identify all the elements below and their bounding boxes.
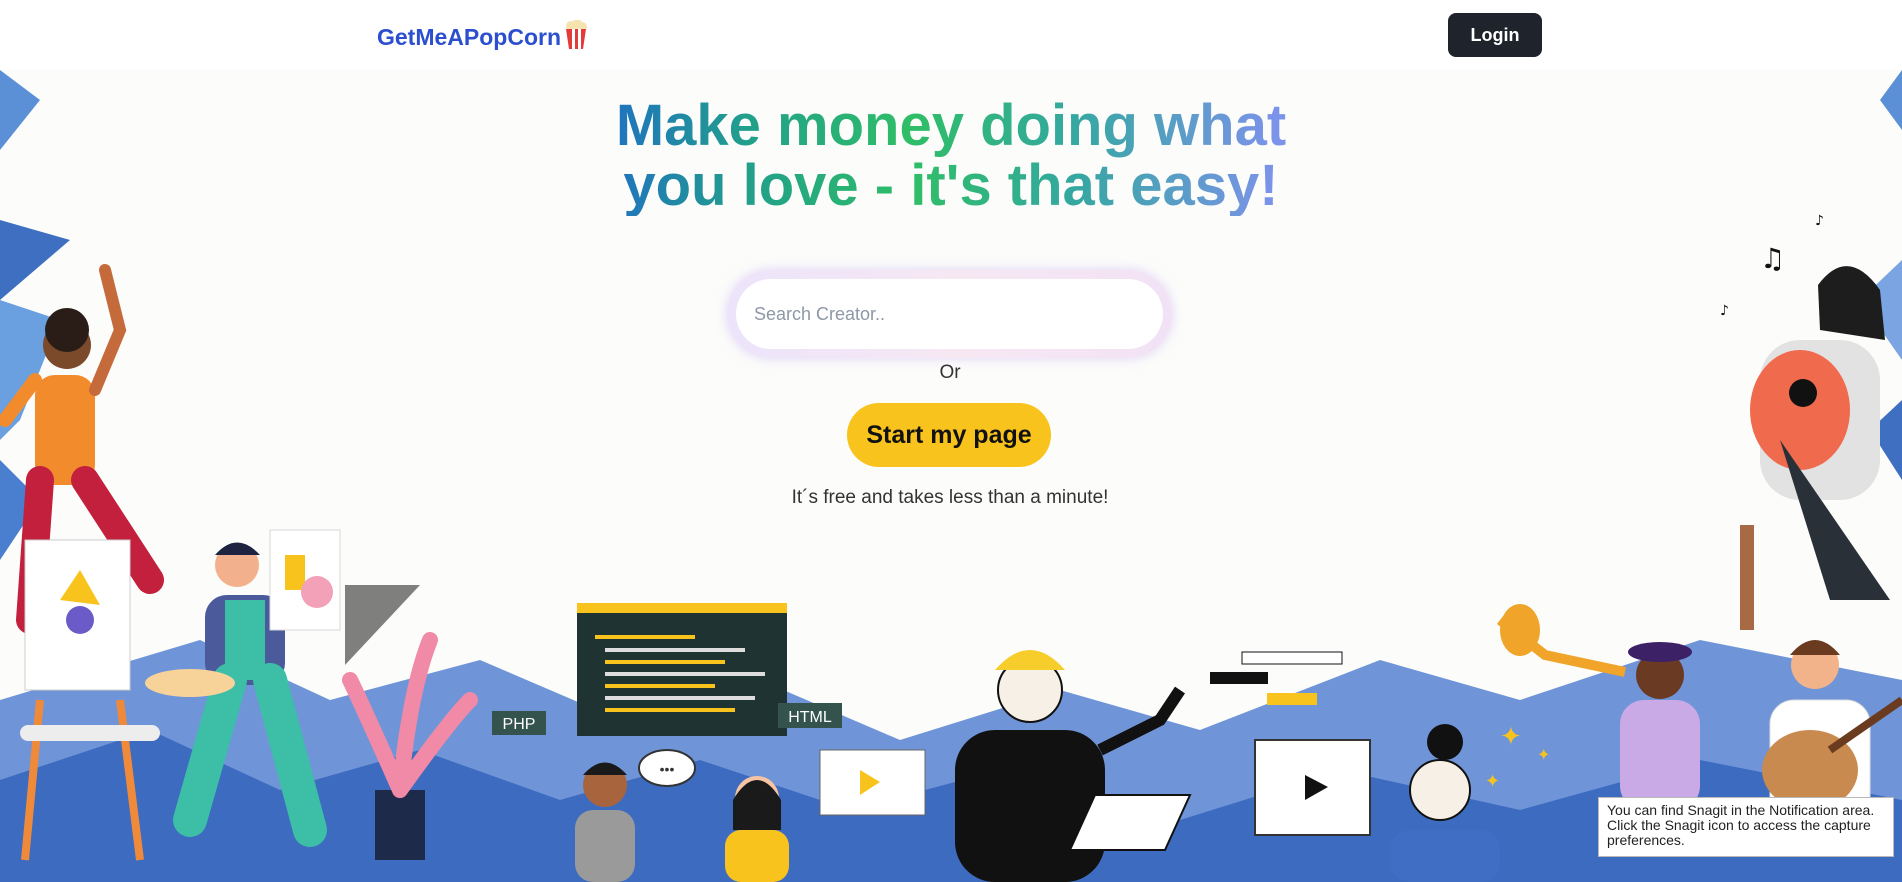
music-note-small-icon: ♪: [1815, 213, 1824, 229]
svg-text:♪: ♪: [1720, 303, 1729, 319]
hero-title-line2: you love - it's that easy!: [623, 153, 1279, 218]
cta-subtext: It´s free and takes less than a minute!: [791, 487, 1109, 508]
hero-title-line1: Make money doing what: [615, 93, 1287, 158]
svg-text:✦: ✦: [1485, 771, 1500, 792]
hero-title: Make money doing what you love - it's th…: [551, 96, 1351, 216]
navbar: GetMeAPopCorn Login: [0, 0, 1902, 70]
snagit-line2: Click the Snagit icon to access the capt…: [1607, 817, 1871, 848]
sparkle-icon: ✦: [1500, 722, 1522, 752]
snagit-line1: You can find Snagit in the Notification …: [1607, 802, 1875, 818]
speech-bubble-dots: •••: [660, 761, 675, 777]
brand-name: GetMeAPopCorn: [377, 24, 561, 50]
popcorn-icon: [565, 19, 587, 55]
login-button[interactable]: Login: [1448, 13, 1542, 57]
left-bg-shape: [0, 70, 40, 150]
svg-text:✦: ✦: [1537, 745, 1550, 764]
search-container: [727, 270, 1172, 358]
singer-figure: [1740, 266, 1890, 630]
or-divider-text: Or: [939, 362, 961, 383]
start-my-page-button[interactable]: Start my page: [847, 403, 1051, 467]
coder-boy-figure: [575, 762, 635, 882]
code-window: [577, 603, 787, 736]
music-note-icon: ♫: [1760, 242, 1785, 275]
search-creator-input[interactable]: [736, 279, 1163, 349]
brand-logo[interactable]: GetMeAPopCorn: [377, 19, 587, 55]
snagit-notification[interactable]: You can find Snagit in the Notification …: [1598, 797, 1894, 857]
html-tag-label: HTML: [788, 709, 832, 726]
right-bg-shape: [1880, 70, 1902, 130]
php-tag-label: PHP: [503, 716, 536, 733]
